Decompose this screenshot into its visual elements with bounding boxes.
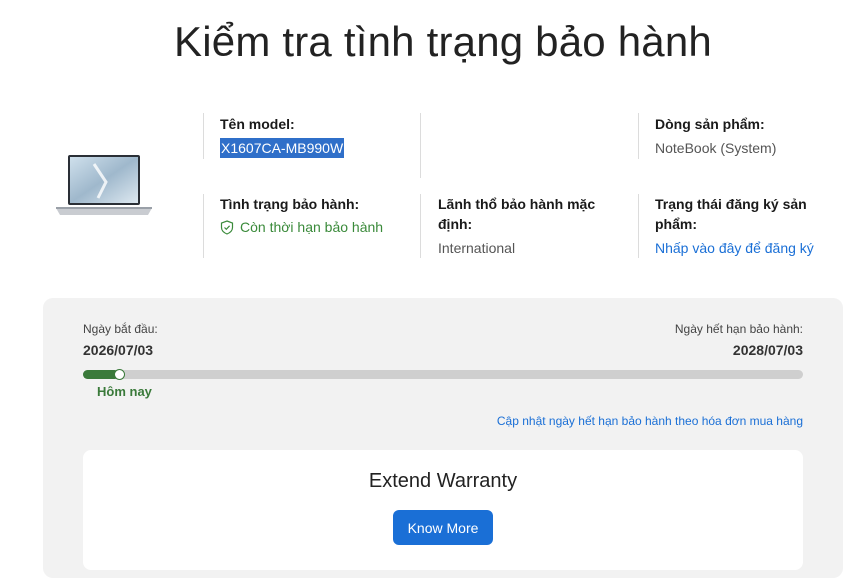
today-label: Hôm nay — [97, 384, 152, 399]
register-link[interactable]: Nhấp vào đây để đăng ký — [655, 238, 814, 258]
know-more-button[interactable]: Know More — [393, 510, 493, 545]
update-expiry-link[interactable]: Cập nhật ngày hết hạn bảo hành theo hóa … — [497, 414, 803, 428]
product-line-label: Dòng sản phẩm: — [655, 116, 765, 132]
model-value[interactable]: X1607CA-MB990W — [220, 138, 345, 158]
territory-value: International — [438, 240, 516, 256]
warranty-status-text: Còn thời hạn bảo hành — [240, 219, 384, 235]
territory-label: Lãnh thổ bảo hành mặc định: — [438, 194, 595, 234]
warranty-status-label: Tình trạng bảo hành: — [220, 196, 360, 212]
model-label: Tên model: — [220, 116, 295, 132]
today-marker — [114, 369, 125, 380]
end-date-value: 2028/07/03 — [732, 342, 803, 358]
divider — [420, 113, 421, 178]
divider — [203, 194, 204, 258]
divider — [203, 113, 204, 159]
registration-label: Trạng thái đăng ký sản phẩm: — [655, 194, 807, 234]
shield-check-icon — [220, 219, 234, 235]
page-title: Kiểm tra tình trạng bảo hành — [174, 18, 712, 65]
extend-warranty-title: Extend Warranty — [368, 470, 518, 492]
divider — [638, 194, 639, 258]
divider — [420, 194, 421, 258]
warranty-progress-bar — [83, 369, 803, 380]
end-date-label: Ngày hết hạn bảo hành: — [674, 322, 803, 336]
territory-label-line1: Lãnh thổ bảo hành mặc — [438, 196, 596, 212]
start-date-label: Ngày bắt đầu: — [83, 322, 158, 336]
laptop-image — [56, 155, 152, 215]
divider — [638, 113, 639, 159]
warranty-status-value: Còn thời hạn bảo hành — [220, 217, 383, 237]
product-line-value: NoteBook (System) — [655, 140, 777, 156]
start-date-value: 2026/07/03 — [83, 342, 154, 358]
territory-label-line2: định: — [438, 216, 473, 232]
registration-label-line1: Trạng thái đăng ký sản — [655, 196, 807, 212]
registration-label-line2: phẩm: — [655, 216, 697, 232]
